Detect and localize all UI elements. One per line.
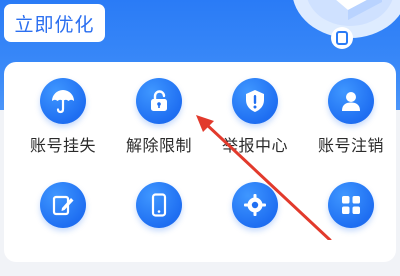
service-menu-card: 账号挂失 解除限制 举报中心 账号注销 [4, 62, 396, 262]
menu-item-label: 举报中心 [221, 136, 288, 155]
menu-item-row2-2[interactable] [114, 166, 204, 276]
menu-item-row2-1[interactable] [18, 166, 108, 276]
menu-item-row2-3[interactable] [210, 166, 300, 276]
menu-item-remove-restriction[interactable]: 解除限制 [114, 62, 204, 172]
menu-item-label: 解除限制 [125, 136, 192, 155]
menu-item-report-center[interactable]: 举报中心 [210, 62, 300, 172]
apps-grid-icon [328, 182, 374, 228]
optimize-now-button[interactable]: 立即优化 [4, 4, 105, 42]
menu-item-account-cancel[interactable]: 账号注销 [306, 62, 396, 172]
umbrella-icon [40, 78, 86, 124]
edit-note-icon [40, 182, 86, 228]
user-icon [328, 78, 374, 124]
menu-item-label: 账号挂失 [29, 136, 96, 155]
phone-decoration-icon [293, 0, 400, 49]
shield-alert-icon [232, 78, 278, 124]
unlock-icon [136, 78, 182, 124]
gear-icon [232, 182, 278, 228]
phone-icon [136, 182, 182, 228]
menu-item-account-loss[interactable]: 账号挂失 [18, 62, 108, 172]
menu-item-label: 账号注销 [317, 136, 384, 155]
menu-item-row2-4[interactable] [306, 166, 396, 276]
